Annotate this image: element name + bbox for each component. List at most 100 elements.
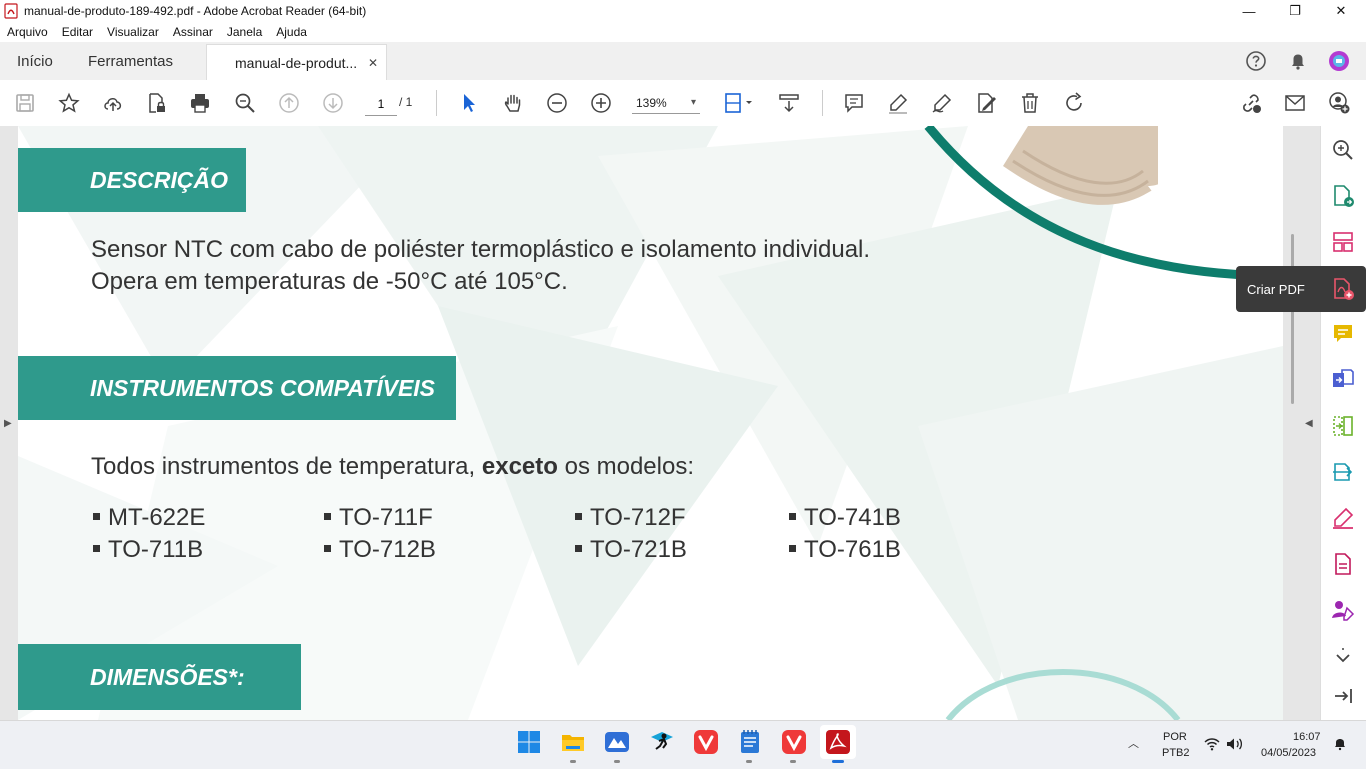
delete-button[interactable] (1017, 90, 1043, 116)
file-explorer-button[interactable] (559, 728, 587, 756)
user-add-icon (1329, 92, 1350, 114)
document-icon (1335, 553, 1351, 575)
save-button[interactable] (12, 90, 38, 116)
fill-and-sign-button[interactable] (1331, 506, 1355, 530)
show-hidden-icons-button[interactable]: ︿ (1128, 735, 1139, 751)
select-tool-button[interactable] (456, 90, 482, 116)
edit-pdf-icon (1333, 416, 1353, 436)
menu-editar[interactable]: Editar (55, 22, 100, 42)
tab-home[interactable]: Início (17, 42, 53, 80)
vivaldi-browser-button-2[interactable] (780, 728, 808, 756)
model-item: TO-712F (575, 504, 686, 532)
collapse-right-icon (1335, 689, 1352, 703)
hand-tool-button[interactable] (500, 90, 526, 116)
bullet (789, 513, 796, 521)
share-link-button[interactable] (1238, 90, 1264, 116)
help-icon[interactable] (1245, 50, 1267, 72)
request-sign-icon (1332, 601, 1355, 621)
close-tab-icon[interactable]: ✕ (368, 56, 378, 70)
close-window-button[interactable]: ✕ (1318, 0, 1364, 22)
tab-bar (0, 42, 1366, 81)
prev-page-button[interactable] (276, 90, 302, 116)
next-page-button[interactable] (320, 90, 346, 116)
tab-tools[interactable]: Ferramentas (88, 42, 173, 80)
page-number-input[interactable] (365, 93, 397, 116)
minimize-button[interactable]: — (1226, 0, 1272, 22)
bullet (575, 513, 582, 521)
runner-app-icon (651, 732, 673, 750)
tab-document[interactable]: manual-de-produt... ✕ (206, 44, 387, 80)
notification-icon[interactable] (1333, 737, 1347, 751)
page-fit-button[interactable] (722, 90, 756, 116)
scroll-mode-button[interactable] (776, 90, 802, 116)
bell-icon[interactable] (1287, 50, 1309, 72)
menu-ajuda[interactable]: Ajuda (269, 22, 314, 42)
compatible-text: Todos instrumentos de temperatura, excet… (91, 451, 694, 483)
draw-button[interactable] (929, 90, 955, 116)
menu-assinar[interactable]: Assinar (166, 22, 220, 42)
page-fit-icon (725, 93, 752, 113)
protect-pane-button[interactable] (1331, 552, 1355, 576)
right-panel-collapse-icon[interactable]: ◀ (1305, 418, 1313, 429)
photos-app-button[interactable] (603, 728, 631, 756)
search-pane-button[interactable] (1331, 138, 1355, 162)
volume-icon[interactable] (1226, 737, 1244, 751)
highlight-button[interactable] (885, 90, 911, 116)
link-icon (1243, 94, 1261, 113)
pdf-page: DESCRIÇÃO Sensor NTC com cabo de poliést… (18, 126, 1283, 720)
menu-arquivo[interactable]: Arquivo (0, 22, 55, 42)
windows-taskbar (0, 720, 1366, 769)
acrobat-reader-taskbar-button[interactable] (820, 725, 856, 759)
organize-pages-button[interactable] (1331, 230, 1355, 254)
bullet (324, 513, 331, 521)
bookmark-button[interactable] (56, 90, 82, 116)
toolbar-divider (822, 90, 823, 116)
zoom-search-icon (1333, 140, 1353, 160)
find-button[interactable] (232, 90, 258, 116)
export-pdf-button[interactable] (1331, 184, 1355, 208)
zoom-select[interactable]: 139% ▾ (632, 92, 700, 114)
keyboard-layout[interactable]: PTB2 (1162, 747, 1190, 759)
input-language[interactable]: POR (1163, 731, 1187, 743)
pinned-app-button[interactable] (648, 728, 676, 756)
fill-sign-button[interactable] (973, 90, 999, 116)
avatar[interactable] (1328, 50, 1350, 72)
wifi-icon[interactable] (1204, 737, 1220, 751)
clock-time[interactable]: 16:07 (1293, 731, 1321, 743)
rotate-button[interactable] (1061, 90, 1087, 116)
comment-pane-button[interactable] (1331, 322, 1355, 346)
add-user-button[interactable] (1326, 90, 1352, 116)
request-signature-button[interactable] (1331, 598, 1355, 622)
print-button[interactable] (187, 90, 213, 116)
vivaldi-icon (694, 730, 718, 754)
menu-visualizar[interactable]: Visualizar (100, 22, 166, 42)
upload-button[interactable] (100, 90, 126, 116)
folder-icon (562, 735, 584, 751)
document-viewport[interactable]: DESCRIÇÃO Sensor NTC com cabo de poliést… (0, 126, 1320, 720)
menu-janela[interactable]: Janela (220, 22, 269, 42)
zoom-in-button[interactable] (588, 90, 614, 116)
comment-yellow-icon (1334, 325, 1352, 342)
combine-files-button[interactable] (1331, 368, 1355, 392)
bullet (93, 545, 100, 553)
zoom-out-button[interactable] (544, 90, 570, 116)
comment-button[interactable] (841, 90, 867, 116)
protect-button[interactable] (143, 90, 169, 116)
tab-document-label: manual-de-produt... (235, 54, 358, 71)
clock-date[interactable]: 04/05/2023 (1261, 747, 1316, 759)
maximize-button[interactable]: ❐ (1272, 0, 1318, 22)
create-pdf-button[interactable] (1331, 277, 1355, 301)
send-for-review-button[interactable] (1331, 460, 1355, 484)
collapse-pane-button[interactable] (1331, 684, 1355, 708)
vertical-scrollbar[interactable] (1291, 234, 1294, 404)
vivaldi-browser-button[interactable] (692, 728, 720, 756)
left-panel-toggle-icon[interactable]: ▶ (4, 418, 12, 429)
acrobat-icon (826, 730, 850, 754)
start-button[interactable] (515, 728, 543, 756)
notepad-button[interactable] (736, 728, 764, 756)
trash-icon (1022, 93, 1038, 113)
email-button[interactable] (1282, 90, 1308, 116)
edit-pdf-button[interactable] (1331, 414, 1355, 438)
description-line: Sensor NTC com cabo de poliéster termopl… (91, 236, 871, 263)
more-tools-button[interactable] (1331, 646, 1355, 670)
